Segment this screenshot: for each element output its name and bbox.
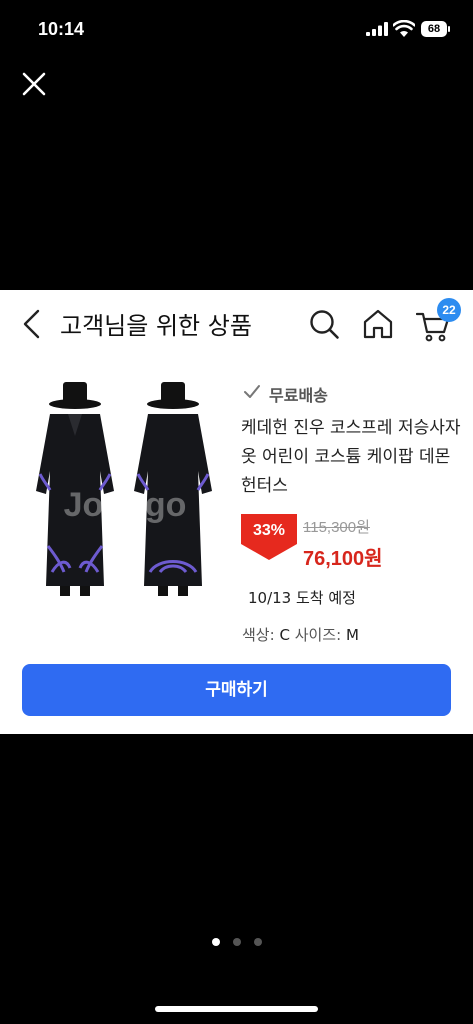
original-price: 115,300원 xyxy=(303,519,370,536)
cart-count-badge: 22 xyxy=(437,298,461,322)
discount-badge: 33% xyxy=(252,522,286,539)
page-dot[interactable] xyxy=(233,938,241,946)
delivery-estimate: 10/13 도착 예정 xyxy=(248,589,356,607)
signal-icon xyxy=(366,22,388,36)
battery-level: 68 xyxy=(427,23,441,35)
option-size-value: M xyxy=(345,626,359,644)
product-title[interactable]: 케데헌 진우 코스프레 저승사자 옷 어린이 코스튬 케이팝 데몬헌터스 xyxy=(241,414,461,501)
watermark-text: Joongo xyxy=(64,486,187,524)
option-color-value: C xyxy=(279,626,290,644)
page-dot[interactable] xyxy=(212,938,220,946)
status-bar: 10:14 68 xyxy=(0,0,473,60)
page-title: 고객님을 위한 상품 xyxy=(60,312,252,340)
card-header: 고객님을 위한 상품 22 xyxy=(0,290,473,356)
status-time: 10:14 xyxy=(38,19,85,39)
product-options: 색상: C 사이즈: M xyxy=(242,624,359,645)
option-size-label: 사이즈: xyxy=(294,626,342,644)
search-icon[interactable] xyxy=(308,308,340,340)
check-icon xyxy=(244,385,260,398)
product-image[interactable]: Joongo xyxy=(30,376,220,606)
page-indicator xyxy=(206,938,268,948)
free-shipping-label: 무료배송 xyxy=(269,386,328,405)
home-icon[interactable] xyxy=(362,308,394,340)
page-dot[interactable] xyxy=(254,938,262,946)
wifi-icon xyxy=(393,20,415,37)
sale-price: 76,100원 xyxy=(303,548,383,570)
close-icon[interactable] xyxy=(20,70,48,98)
battery-icon: 68 xyxy=(421,21,451,37)
buy-button[interactable]: 구매하기 xyxy=(22,664,451,716)
product-card: 고객님을 위한 상품 22 Joongo 무료배송 케데헌 진우 코스프레 저승… xyxy=(0,290,473,734)
option-color-label: 색상: xyxy=(242,626,275,644)
chevron-left-icon[interactable] xyxy=(20,308,44,340)
home-indicator[interactable] xyxy=(155,1006,318,1012)
